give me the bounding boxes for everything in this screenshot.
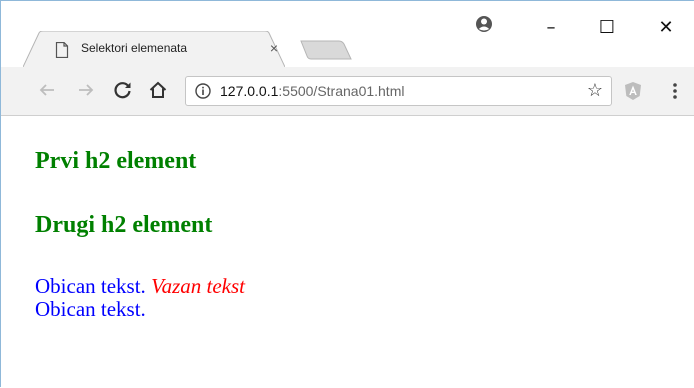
account-icon[interactable] [475, 15, 493, 33]
second-heading: Drugi h2 element [35, 212, 213, 238]
close-window-button[interactable]: ✕ [656, 17, 676, 38]
browser-window: Selektori elemenata × – ☐ ✕ 127.0.0.1:55… [0, 0, 694, 388]
plain-text: Obican tekst. [35, 274, 146, 298]
address-bar[interactable]: 127.0.0.1:5500/Strana01.html ☆ [185, 76, 612, 106]
page-icon [55, 42, 69, 58]
reload-icon [114, 82, 131, 99]
url-host: 127.0.0.1 [220, 83, 279, 99]
menu-dots-icon[interactable] [671, 81, 679, 101]
page-content: Prvi h2 element Drugi h2 element Obican … [2, 116, 694, 388]
maximize-button[interactable]: ☐ [597, 17, 617, 38]
paragraph-first: Obican tekst. Vazan tekst [35, 274, 245, 299]
tab-selektori-elemenata[interactable]: Selektori elemenata × [23, 31, 285, 67]
back-button[interactable] [35, 78, 59, 102]
paragraph-second: Obican tekst. [35, 297, 146, 321]
title-bar: Selektori elemenata × – ☐ ✕ [1, 1, 694, 67]
emphasized-text: Vazan tekst [151, 274, 245, 298]
home-button[interactable] [146, 78, 170, 102]
first-heading: Prvi h2 element [35, 148, 197, 174]
new-tab-button[interactable] [299, 39, 353, 61]
star-icon[interactable]: ☆ [585, 80, 605, 100]
url-path: :5500/Strana01.html [278, 83, 405, 99]
forward-button[interactable] [74, 78, 98, 102]
reload-button[interactable] [111, 78, 135, 102]
tab-close-icon[interactable]: × [265, 39, 283, 57]
tab-title: Selektori elemenata [81, 41, 188, 55]
back-arrow-icon [39, 84, 54, 96]
minimize-button[interactable]: – [541, 17, 561, 38]
info-icon[interactable] [195, 83, 211, 99]
home-icon [149, 81, 167, 98]
url-text: 127.0.0.1:5500/Strana01.html [220, 83, 404, 99]
forward-arrow-icon [79, 84, 94, 96]
browser-toolbar: 127.0.0.1:5500/Strana01.html ☆ [1, 67, 694, 116]
angular-extension-icon[interactable] [624, 81, 642, 101]
